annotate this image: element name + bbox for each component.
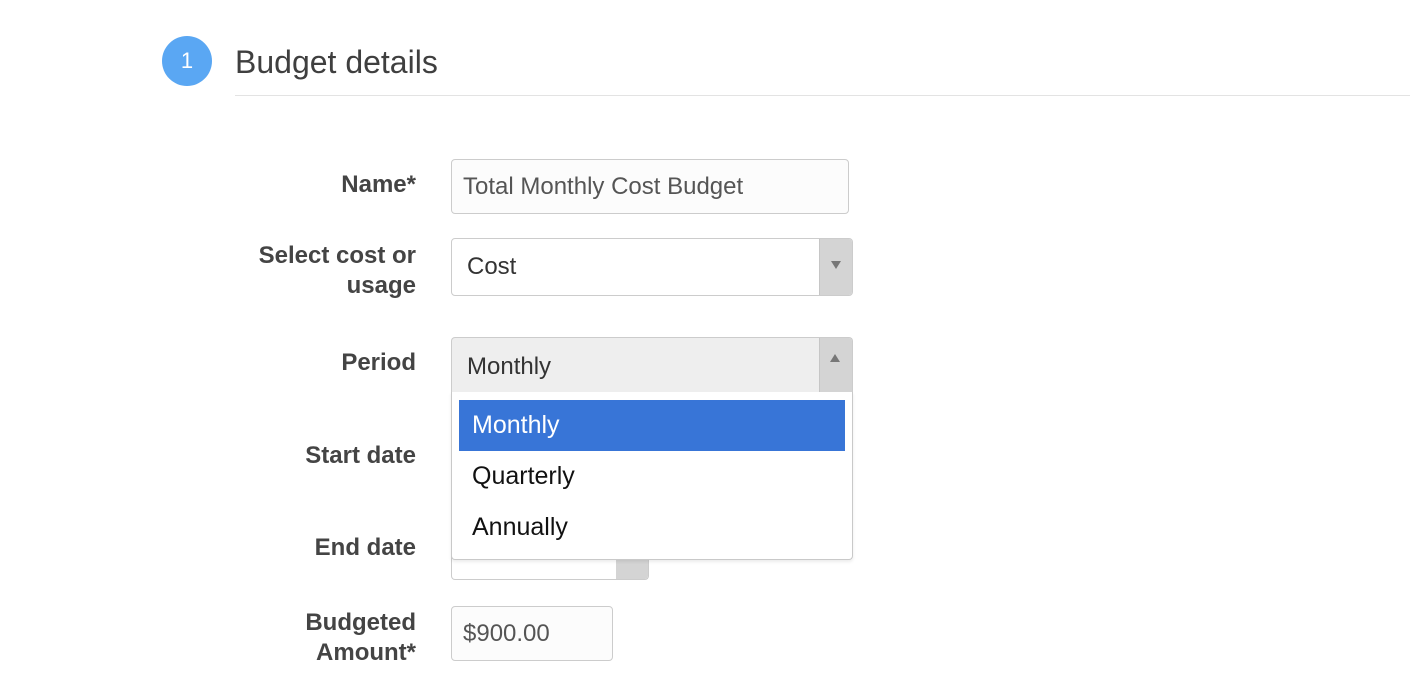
period-option-quarterly[interactable]: Quarterly [459,451,845,502]
cost-or-usage-label-line1: Select cost or [258,242,416,269]
section-title: Budget details [235,44,438,80]
name-label: Name* [341,171,416,198]
budgeted-amount-label: Budgeted Amount* [186,608,416,668]
start-date-label: Start date [305,442,416,469]
period-option-annually[interactable]: Annually [459,502,845,553]
chevron-up-icon [830,354,840,362]
chevron-down-icon [831,261,841,269]
cost-or-usage-selected-value: Cost [467,253,517,280]
cost-or-usage-label-line2: usage [346,272,416,299]
period-selected-value: Monthly [467,353,552,380]
period-select[interactable]: Monthly [451,337,853,393]
period-dropdown-button[interactable] [819,338,852,393]
budgeted-amount-label-line1: Budgeted [305,609,416,636]
period-option-monthly[interactable]: Monthly [459,400,845,451]
name-input[interactable] [451,159,849,214]
end-date-label: End date [314,534,416,561]
cost-or-usage-label: Select cost or usage [186,241,416,301]
cost-or-usage-select[interactable]: Cost [451,238,853,296]
period-label: Period [341,349,416,376]
period-options-list: Monthly Quarterly Annually [451,392,853,560]
section-divider [235,95,1410,96]
step-number-badge: 1 [162,36,212,86]
cost-or-usage-dropdown-button[interactable] [819,239,852,295]
budgeted-amount-label-line2: Amount* [316,639,416,666]
budgeted-amount-input[interactable] [451,606,613,661]
